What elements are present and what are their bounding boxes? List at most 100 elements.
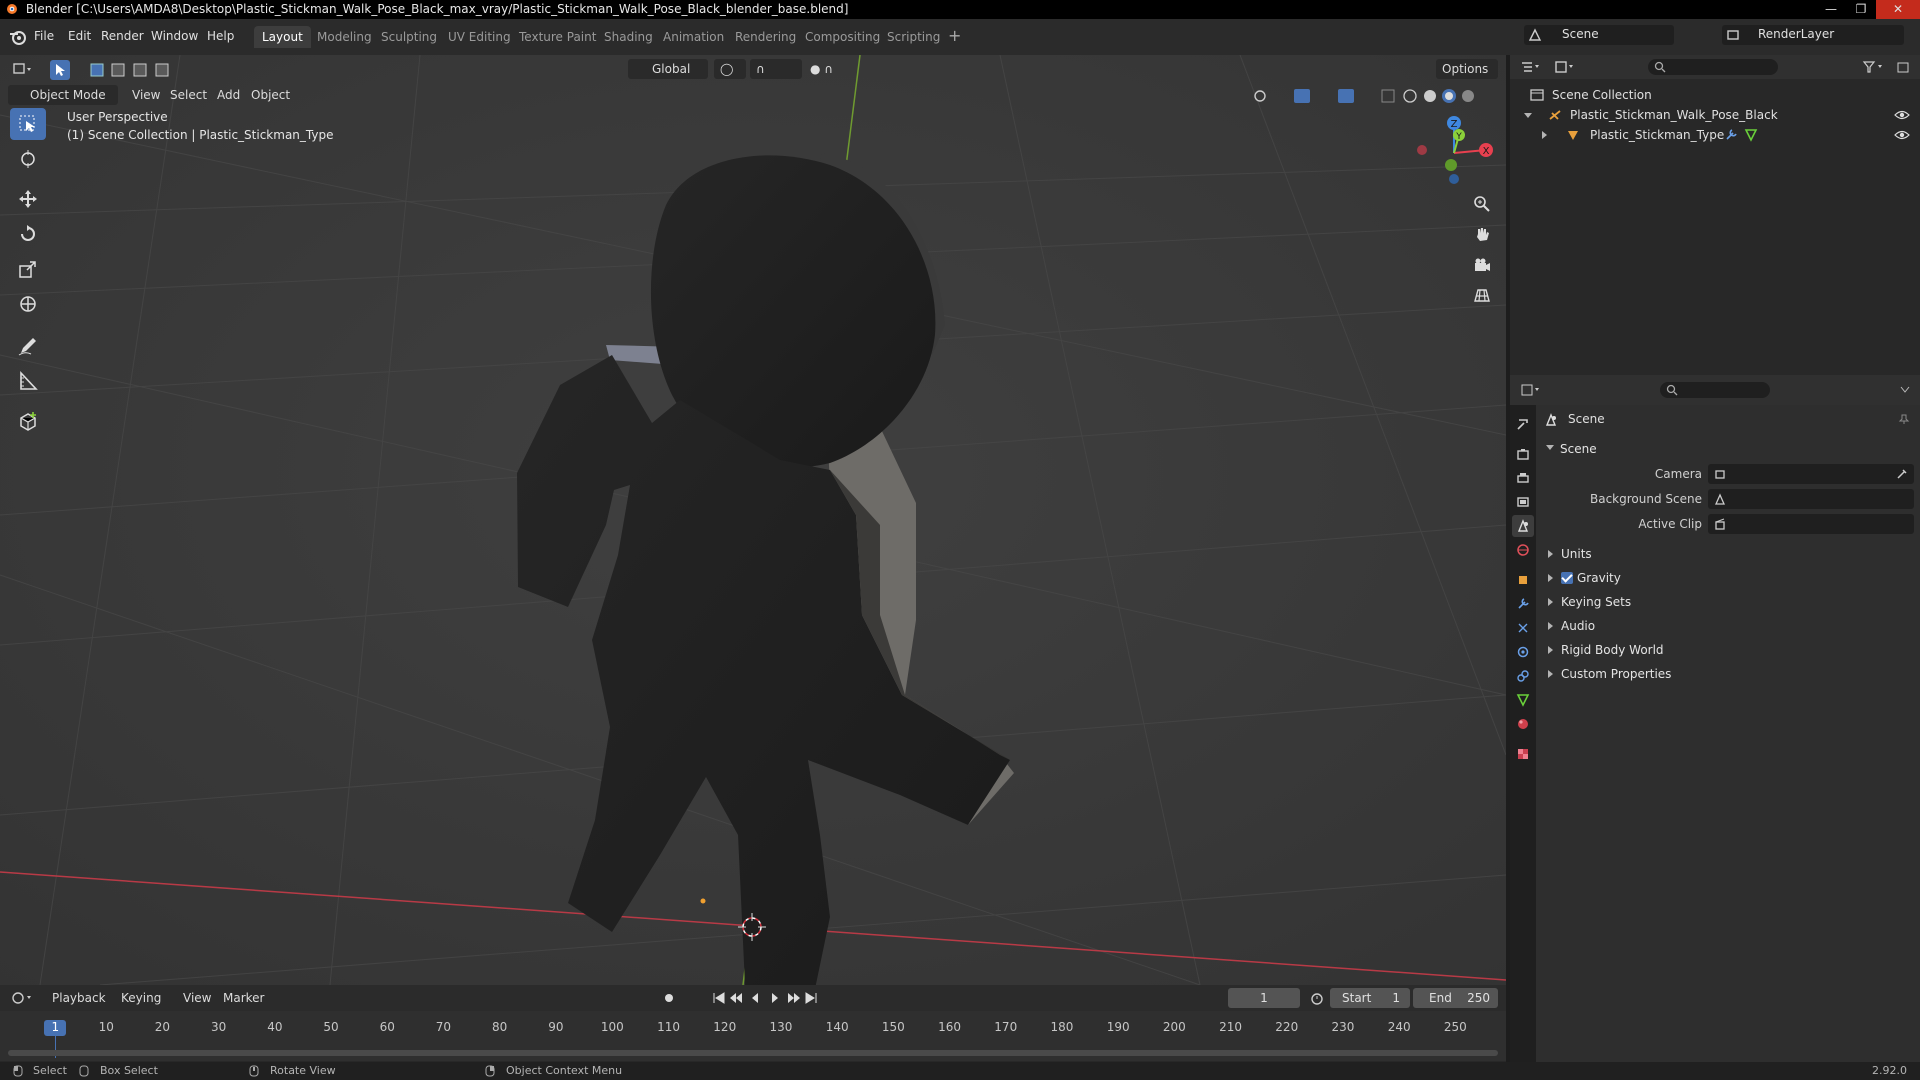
maximize-button[interactable]: ❐	[1846, 0, 1876, 19]
tab-rendering[interactable]: Rendering	[727, 26, 804, 48]
pivot-point-dropdown[interactable]: ◯	[714, 59, 746, 79]
cursor-tool[interactable]	[10, 143, 46, 175]
view-layer-selector[interactable]: RenderLayer	[1722, 25, 1904, 45]
viewport-menu-add[interactable]: Add	[217, 85, 240, 105]
tab-material[interactable]	[1512, 713, 1534, 735]
tab-texture[interactable]	[1512, 743, 1534, 765]
timeline-menu-marker[interactable]: Marker	[223, 988, 264, 1008]
tab-object[interactable]	[1512, 569, 1534, 591]
menu-file[interactable]: File	[34, 26, 54, 46]
filter-icon[interactable]	[1862, 60, 1886, 74]
snap-dropdown[interactable]: ∩	[750, 59, 802, 79]
visibility-eye-icon[interactable]	[1894, 109, 1910, 121]
timeline-menu-playback[interactable]: Playback	[52, 988, 106, 1008]
scene-panel-header[interactable]: Scene	[1536, 438, 1920, 460]
timeline-editor-type-icon[interactable]	[12, 991, 34, 1005]
menu-edit[interactable]: Edit	[68, 26, 91, 46]
timeline-menu-view[interactable]: View	[183, 988, 211, 1008]
tab-world[interactable]	[1512, 539, 1534, 561]
options-dropdown[interactable]: Options	[1436, 59, 1498, 79]
camera-field[interactable]	[1708, 464, 1914, 484]
menu-window[interactable]: Window	[151, 26, 198, 46]
viewport-menu-select[interactable]: Select	[170, 85, 207, 105]
tab-uv-editing[interactable]: UV Editing	[440, 26, 519, 48]
annotate-tool[interactable]	[10, 330, 46, 362]
proportional-edit-toggle[interactable]: ● ∩	[810, 59, 833, 79]
add-cube-tool[interactable]	[10, 405, 46, 437]
rotate-tool[interactable]	[10, 218, 46, 250]
blender-menu-icon[interactable]	[9, 28, 26, 45]
navigation-gizmo[interactable]: Z X Y	[1402, 105, 1506, 195]
add-workspace-icon[interactable]: +	[948, 26, 961, 46]
selection-mode-icons[interactable]	[88, 62, 184, 78]
close-window-button[interactable]: ✕	[1876, 0, 1920, 19]
mode-dropdown[interactable]: Object Mode	[8, 85, 118, 105]
tab-texture-paint[interactable]: Texture Paint	[511, 26, 604, 48]
expand-arrow-icon[interactable]	[1542, 131, 1547, 139]
viewport-menu-object[interactable]: Object	[251, 85, 290, 105]
tab-render[interactable]	[1512, 443, 1534, 465]
mesh-data-icon[interactable]	[1744, 128, 1758, 142]
scene-selector[interactable]: Scene	[1524, 25, 1674, 45]
custom-properties-panel-header[interactable]: Custom Properties	[1536, 663, 1920, 685]
gravity-checkbox[interactable]	[1561, 572, 1573, 584]
keying-sets-panel-header[interactable]: Keying Sets	[1536, 591, 1920, 613]
scale-tool[interactable]	[10, 253, 46, 285]
visibility-eye-icon[interactable]	[1894, 129, 1910, 141]
minimize-button[interactable]: —	[1816, 0, 1846, 19]
pin-icon[interactable]	[1898, 413, 1910, 425]
measure-tool[interactable]	[10, 365, 46, 397]
3d-viewport[interactable]: Global ◯ ∩ ● ∩ Options Object Mode View …	[0, 55, 1506, 985]
chevron-down-icon[interactable]	[1900, 386, 1910, 394]
zoom-view-button[interactable]	[1468, 190, 1496, 218]
timeline-editor[interactable]: Playback Keying View Marker 1 Start 1 En…	[0, 985, 1506, 1062]
tab-scene[interactable]	[1512, 515, 1534, 537]
tab-view-layer[interactable]	[1512, 491, 1534, 513]
timeline-menu-keying[interactable]: Keying	[121, 988, 161, 1008]
tab-output[interactable]	[1512, 467, 1534, 489]
tab-shading[interactable]: Shading	[596, 26, 661, 48]
tab-modifiers[interactable]	[1512, 593, 1534, 615]
select-box-tool[interactable]	[10, 108, 46, 140]
tab-animation[interactable]: Animation	[655, 26, 732, 48]
tab-tool[interactable]	[1512, 413, 1534, 435]
outliner-editor[interactable]: Scene Collection Plastic_Stickman_Walk_P…	[1510, 55, 1920, 377]
start-frame-field[interactable]: Start 1	[1330, 988, 1410, 1008]
tab-compositing[interactable]: Compositing	[797, 26, 888, 48]
camera-view-button[interactable]	[1468, 251, 1496, 279]
select-tool-toggle[interactable]	[50, 60, 70, 80]
gravity-panel-header[interactable]: Gravity	[1536, 567, 1920, 589]
expand-arrow-icon[interactable]	[1524, 113, 1532, 118]
tab-sculpting[interactable]: Sculpting	[373, 26, 445, 48]
viewport-shading-controls[interactable]	[1252, 87, 1492, 105]
tab-particles[interactable]	[1512, 617, 1534, 639]
pan-view-button[interactable]	[1468, 220, 1496, 248]
stopwatch-icon[interactable]	[1310, 991, 1324, 1005]
tab-layout[interactable]: Layout	[254, 26, 311, 48]
outliner-row-collection[interactable]: Plastic_Stickman_Walk_Pose_Black	[1510, 105, 1920, 125]
properties-search-input[interactable]	[1660, 382, 1770, 398]
move-tool[interactable]	[10, 183, 46, 215]
background-scene-field[interactable]	[1708, 489, 1914, 509]
units-panel-header[interactable]: Units	[1536, 543, 1920, 565]
tab-scripting[interactable]: Scripting	[879, 26, 948, 48]
audio-panel-header[interactable]: Audio	[1536, 615, 1920, 637]
properties-editor-type-icon[interactable]	[1520, 383, 1542, 397]
transform-tool[interactable]	[10, 288, 46, 320]
viewport-menu-view[interactable]: View	[132, 85, 160, 105]
outliner-row-object[interactable]: Plastic_Stickman_Type	[1510, 125, 1920, 145]
active-clip-field[interactable]	[1708, 514, 1914, 534]
tab-physics[interactable]	[1512, 641, 1534, 663]
editor-type-icon[interactable]	[12, 61, 34, 77]
current-frame-field[interactable]: 1	[1228, 988, 1300, 1008]
outliner-editor-type-icon[interactable]	[1520, 60, 1542, 74]
rigid-body-world-panel-header[interactable]: Rigid Body World	[1536, 639, 1920, 661]
properties-editor[interactable]: Scene Scene Camera Background Scene Acti…	[1510, 375, 1920, 1062]
playback-controls[interactable]	[660, 990, 830, 1006]
transform-orientation-dropdown[interactable]: Global	[628, 59, 708, 79]
tab-constraints[interactable]	[1512, 665, 1534, 687]
end-frame-field[interactable]: End 250	[1413, 988, 1498, 1008]
display-mode-icon[interactable]	[1554, 60, 1576, 74]
tab-modeling[interactable]: Modeling	[309, 26, 380, 48]
timeline-scrollbar[interactable]	[8, 1050, 1498, 1056]
